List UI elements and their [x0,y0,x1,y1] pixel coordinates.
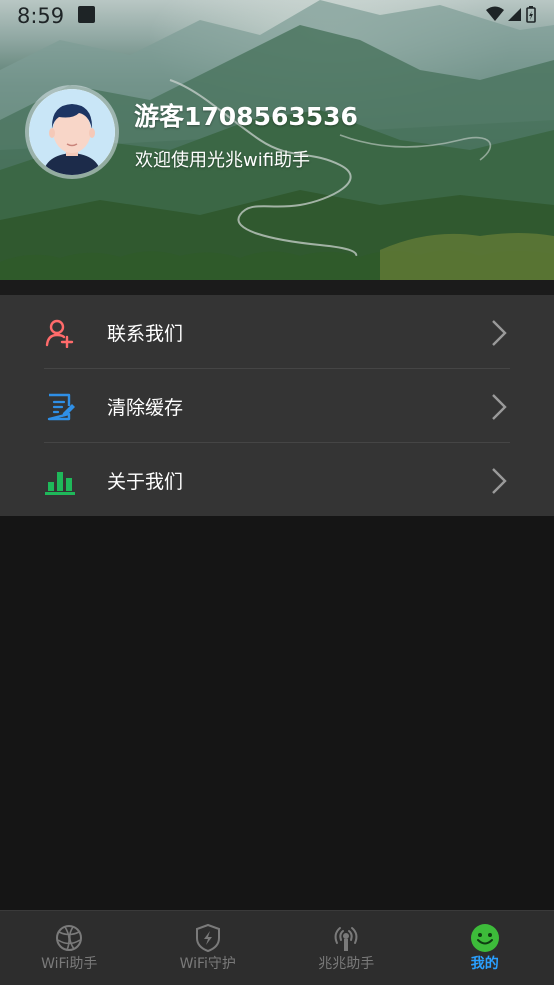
tab-label: WiFi守护 [139,953,278,973]
menu-item-clear-cache[interactable]: 清除缓存 [0,369,554,443]
welcome-text: 欢迎使用光兆wifi助手 [135,146,310,172]
tab-wifi-assistant[interactable]: WiFi助手 [0,911,139,985]
status-bar: 8:59 [0,0,554,34]
username: 游客1708563536 [134,97,358,133]
bottom-navigation: WiFi助手 WiFi守护 兆兆助手 我的 [0,910,554,985]
menu-item-label: 清除缓存 [107,393,183,420]
menu-item-label: 联系我们 [107,319,183,346]
tab-label: 兆兆助手 [277,953,416,973]
menu-item-contact-us[interactable]: 联系我们 [0,295,554,369]
signal-antenna-icon [331,923,361,953]
tab-zhaozhao-assistant[interactable]: 兆兆助手 [277,911,416,985]
chevron-right-icon [490,393,508,421]
smiley-face-icon [470,923,500,953]
user-avatar-icon [29,89,115,175]
contact-add-user-icon [45,318,75,348]
shield-lightning-icon [193,923,223,953]
header-divider [0,280,554,295]
settings-menu: 联系我们 清除缓存 关于我们 [0,295,554,516]
chevron-right-icon [490,319,508,347]
status-time: 8:59 [17,4,64,28]
edit-document-icon [45,392,75,422]
tab-label: WiFi助手 [0,953,139,973]
wifi-icon [486,7,504,22]
menu-item-about-us[interactable]: 关于我们 [0,443,554,517]
battery-icon [527,6,535,22]
cellular-signal-icon [508,8,521,21]
globe-icon [54,923,84,953]
avatar[interactable] [25,85,119,179]
notification-icon [78,6,95,23]
status-icons [486,6,538,24]
tab-mine[interactable]: 我的 [416,911,554,985]
tab-label: 我的 [416,953,554,973]
profile-header: 8:59 [0,0,554,280]
bar-chart-icon [45,466,75,496]
chevron-right-icon [490,467,508,495]
tab-wifi-guard[interactable]: WiFi守护 [139,911,278,985]
avatar-image [29,89,115,175]
menu-item-label: 关于我们 [107,467,183,494]
